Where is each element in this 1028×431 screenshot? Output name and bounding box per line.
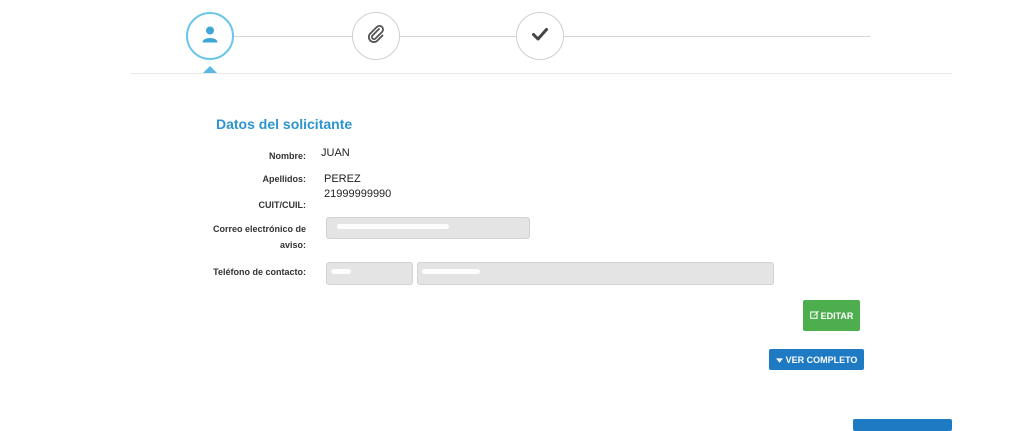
ver-completo-button[interactable]: VER COMPLETO [769,349,864,370]
nombre-value: JUAN [321,147,350,159]
apellidos-label: Apellidos: [262,174,306,184]
active-step-indicator [203,66,217,73]
telefono-label: Teléfono de contacto: [213,267,306,277]
redacted-text [331,269,351,274]
phone-area-code-field[interactable] [326,262,413,285]
header-divider [130,73,952,74]
continue-button[interactable] [853,419,952,431]
cuit-label: CUIT/CUIL: [258,200,307,210]
paperclip-icon [366,24,386,49]
phone-number-field[interactable] [417,262,774,285]
ver-completo-label: VER COMPLETO [785,354,858,365]
checkmark-icon [530,24,550,49]
step-adjuntos[interactable] [352,12,400,60]
edit-button-label: EDITAR [820,310,854,321]
email-field[interactable] [326,217,530,239]
redacted-text [337,224,449,229]
caret-down-icon [775,355,783,365]
edit-button[interactable]: EDITAR [803,300,860,331]
nombre-label: Nombre: [268,151,306,161]
edit-icon [809,310,819,321]
step-confirmacion[interactable] [516,12,564,60]
correo-label: Correo electrónico de aviso: [205,224,306,250]
correo-label-line1: Correo electrónico de [212,224,306,234]
correo-label-line2: aviso: [279,240,306,250]
step-datos[interactable] [186,12,234,60]
user-icon [200,24,220,49]
cuit-value: 21999999990 [324,188,392,200]
apellidos-value: PEREZ [324,173,361,185]
redacted-text [422,269,480,274]
section-title: Datos del solicitante [216,116,353,132]
